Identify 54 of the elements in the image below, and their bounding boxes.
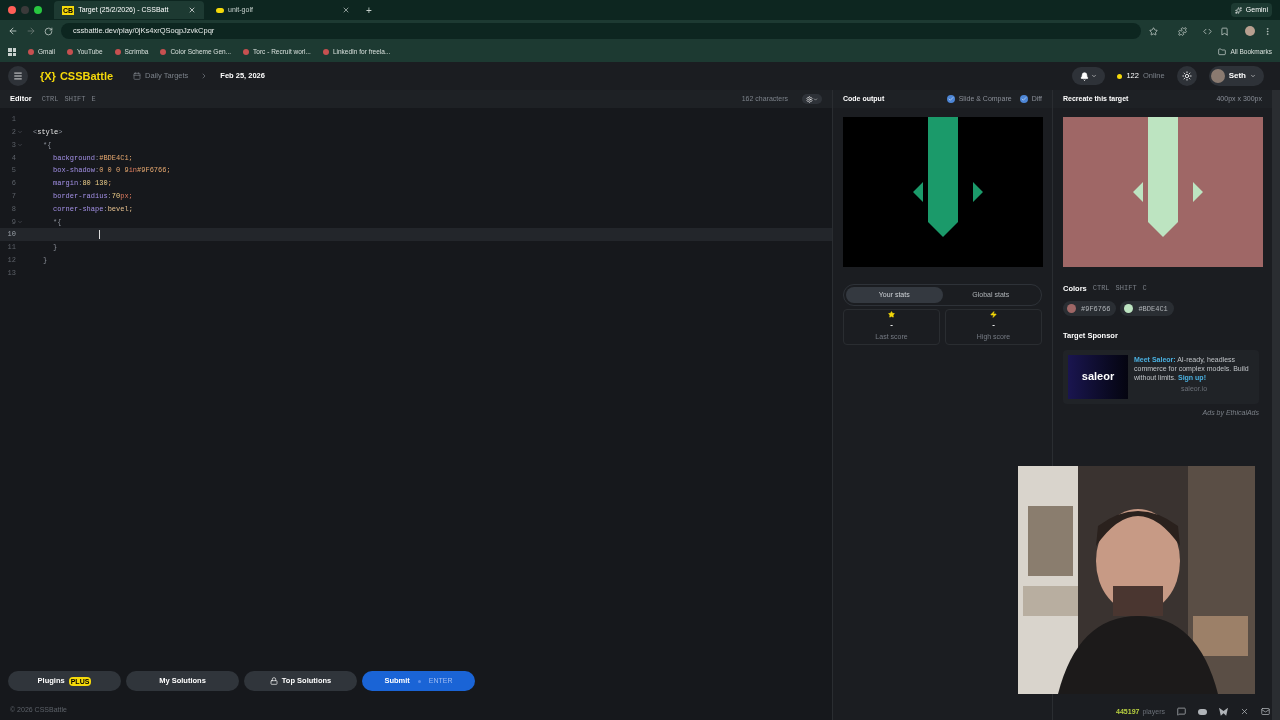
maximize-window-icon[interactable]	[34, 6, 42, 14]
notifications-button[interactable]	[1072, 67, 1106, 85]
bell-icon	[1080, 71, 1090, 81]
text-cursor-icon	[99, 230, 100, 240]
menu-icon	[13, 71, 23, 81]
sponsor-logo: saleor	[1068, 354, 1128, 399]
logo[interactable]: {X} CSSBattle	[40, 67, 114, 85]
theme-toggle-button[interactable]	[1176, 66, 1197, 86]
avatar	[1210, 69, 1225, 83]
star-icon	[888, 311, 895, 319]
site-icon	[114, 49, 121, 55]
reading-list-icon[interactable]	[1220, 26, 1229, 36]
calendar-icon	[133, 72, 142, 80]
caret-icon	[1091, 73, 1098, 79]
site-icon	[160, 49, 167, 55]
check-icon	[1020, 96, 1027, 102]
sparkle-icon	[1234, 6, 1242, 14]
menu-button[interactable]	[8, 66, 28, 86]
new-tab-button[interactable]: +	[366, 2, 372, 18]
lightning-icon	[990, 311, 997, 319]
stat-value: -	[992, 319, 995, 332]
check-icon	[947, 96, 954, 102]
caret-icon	[1250, 73, 1256, 79]
apps-icon[interactable]	[8, 48, 16, 56]
gear-icon	[806, 95, 813, 103]
butterfly-icon[interactable]	[1219, 707, 1228, 716]
extensions-icon[interactable]	[1178, 26, 1187, 36]
editor-settings-button[interactable]	[802, 94, 822, 104]
lock-icon	[269, 677, 278, 685]
mail-icon[interactable]	[1261, 707, 1270, 717]
profile-avatar[interactable]	[1245, 26, 1255, 36]
x-icon[interactable]	[1240, 707, 1249, 717]
folder-icon	[1218, 48, 1227, 56]
close-window-icon[interactable]	[8, 6, 16, 14]
logo-text: CSSBattle	[59, 68, 114, 84]
checkbox[interactable]	[946, 95, 955, 103]
back-icon[interactable]	[8, 26, 18, 36]
reload-icon[interactable]	[44, 26, 53, 36]
sun-icon	[1181, 71, 1192, 81]
site-icon	[28, 49, 34, 55]
site-icon	[67, 49, 73, 55]
logo-mark: {X}	[40, 68, 56, 84]
menu-icon[interactable]	[1263, 26, 1272, 36]
checkbox[interactable]	[1019, 95, 1028, 103]
user-menu-button[interactable]: Seth	[1208, 66, 1264, 86]
stat-value: -	[890, 319, 893, 332]
site-icon	[243, 49, 250, 55]
bookmark-star-icon[interactable]	[1149, 26, 1158, 36]
caret-icon	[813, 96, 818, 102]
code-icon[interactable]	[1203, 26, 1212, 36]
chat-icon[interactable]	[1177, 707, 1186, 717]
site-icon	[322, 49, 329, 55]
tab-favicon-icon	[216, 7, 224, 13]
close-icon[interactable]	[342, 6, 350, 14]
